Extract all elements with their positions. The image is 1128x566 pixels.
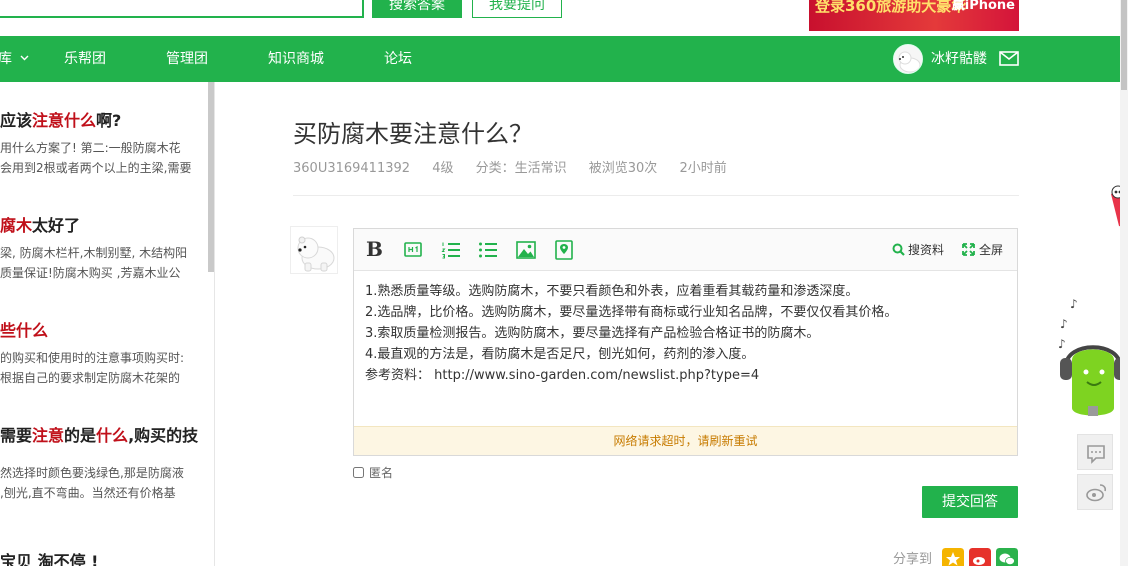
user-name[interactable]: 冰籽骷髅 xyxy=(931,36,987,82)
svg-text:♪: ♪ xyxy=(1060,317,1068,331)
question-time: 2小时前 xyxy=(679,161,727,176)
feedback-button[interactable] xyxy=(1077,434,1113,470)
nav-item-library-label: 库 xyxy=(0,51,12,67)
answer-line: 4.最直观的方法是，看防腐木是否足尺，刨光如何，药剂的渗入度。 xyxy=(365,347,755,362)
editor-toolbar: B 搜资料 全屏 xyxy=(354,229,1017,271)
answer-user-avatar xyxy=(290,226,338,274)
list-item-desc: 梁, 防腐木栏杆,木制别墅, 木结构阳 质量保证!防腐木购买 ,芳嘉木业公 xyxy=(0,246,188,280)
question-meta: 360U3169411392 4级 分类：生活常识 被浏览30次 2小时前 xyxy=(293,157,745,176)
fullscreen-label: 全屏 xyxy=(979,243,1004,257)
list-item-title[interactable]: 腐木太好了 xyxy=(0,212,205,236)
anonymous-label: 匿名 xyxy=(369,466,394,480)
fullscreen-icon xyxy=(962,243,975,256)
chevron-down-icon xyxy=(20,55,29,61)
answer-line: 1.熟悉质量等级。选购防腐木，不要只看颜色和外表，应着重看其载药量和渗透深度。 xyxy=(365,284,859,299)
svg-text:♪: ♪ xyxy=(1058,337,1066,351)
user-avatar[interactable] xyxy=(893,44,923,74)
ad-banner-text: 登录360旅游助大豪华 xyxy=(815,0,967,15)
search-input[interactable] xyxy=(0,0,364,18)
weibo-follow-button[interactable] xyxy=(1077,474,1113,510)
chat-bubble-icon xyxy=(1087,445,1105,464)
heading-icon[interactable] xyxy=(403,239,425,261)
list-item[interactable]: 腐木太好了 梁, 防腐木栏杆,木制别墅, 木结构阳 质量保证!防腐木购买 ,芳嘉… xyxy=(0,212,205,283)
ad-banner[interactable]: 登录360旅游助大豪华 赢iPhone xyxy=(809,0,1019,31)
top-bar: 搜索答案 我要提问 登录360旅游助大豪华 赢iPhone xyxy=(0,0,1128,36)
image-icon[interactable] xyxy=(515,239,537,261)
list-item[interactable]: 些什么 的购买和使用时的注意事项购买时: 根据自己的要求制定防腐木花架的 xyxy=(0,317,205,388)
submit-answer-button[interactable]: 提交回答 xyxy=(922,486,1018,518)
question-author[interactable]: 360U3169411392 xyxy=(293,161,410,176)
question-title: 买防腐木要注意什么？ xyxy=(293,120,533,148)
page-scrollbar[interactable] xyxy=(1120,0,1128,566)
list-item-title[interactable]: 宝贝 淘不停 ! xyxy=(0,548,205,566)
related-questions-sidebar: 应该注意什么啊? 用什么方案了! 第二:一般防腐木花 会用到2根或者两个以上的主… xyxy=(0,82,215,566)
answer-textarea[interactable]: 1.熟悉质量等级。选购防腐木，不要只看颜色和外表，应着重看其载药量和渗透深度。 … xyxy=(365,281,1005,386)
sidebar-scrollbar[interactable] xyxy=(208,82,214,272)
polar-bear-icon xyxy=(894,45,922,73)
answer-reference: 参考资料： http://www.sino-garden.com/newslis… xyxy=(365,368,760,383)
list-item-desc: 用什么方案了! 第二:一般防腐木花 会用到2根或者两个以上的主梁,需要 xyxy=(0,141,192,175)
svg-text:♪: ♪ xyxy=(1070,297,1078,311)
anonymous-checkbox[interactable]: 匿名 xyxy=(353,464,393,481)
list-item-desc: 的购买和使用时的注意事项购买时: 根据自己的要求制定防腐木花架的 xyxy=(0,351,185,385)
list-item-title[interactable]: 应该注意什么啊? xyxy=(0,107,205,131)
nav-item-lebangtuan[interactable]: 乐帮团 xyxy=(64,36,106,82)
search-material-label: 搜资料 xyxy=(908,243,945,257)
map-location-icon[interactable] xyxy=(553,239,575,261)
list-item[interactable]: 宝贝 淘不停 ! xyxy=(0,548,205,566)
divider xyxy=(293,195,1019,196)
search-material-button[interactable]: 搜资料 xyxy=(892,229,944,271)
weibo-icon xyxy=(1086,484,1107,502)
question-author-level: 4级 xyxy=(432,161,454,176)
list-item[interactable]: 应该注意什么啊? 用什么方案了! 第二:一般防腐木花 会用到2根或者两个以上的主… xyxy=(0,107,205,178)
unordered-list-icon[interactable] xyxy=(477,239,499,261)
answer-line: 2.选品牌，比价格。选购防腐木，要尽量选择带有商标或行业知名品牌，不要仅仅看其价… xyxy=(365,305,898,320)
list-item-title[interactable]: 需要注意的是什么,购买的技 xyxy=(0,422,205,446)
nav-item-library[interactable]: 库 xyxy=(0,36,29,82)
page: 搜索答案 我要提问 登录360旅游助大豪华 赢iPhone 库 乐帮团 管理团 … xyxy=(0,0,1128,566)
question-views: 被浏览30次 xyxy=(588,161,658,176)
anonymous-checkbox-input[interactable] xyxy=(353,467,364,478)
nav-item-knowledge-mall[interactable]: 知识商城 xyxy=(268,36,324,82)
list-item-title[interactable]: 些什么 xyxy=(0,317,205,341)
mail-icon[interactable] xyxy=(999,51,1019,66)
wechat-icon[interactable] xyxy=(996,548,1018,566)
fullscreen-button[interactable]: 全屏 xyxy=(962,229,1003,271)
page-scrollbar-thumb[interactable] xyxy=(1121,0,1127,90)
ad-banner-prize: 赢iPhone xyxy=(951,0,1015,13)
list-item[interactable]: 需要注意的是什么,购买的技 然选择时颜色要浅绿色,那是防腐液 ,刨光,直不弯曲。… xyxy=(0,422,205,503)
polar-bear-icon xyxy=(291,227,337,273)
main-nav: 库 乐帮团 管理团 知识商城 论坛 冰籽骷髅 xyxy=(0,36,1128,82)
network-timeout-warning[interactable]: 网络请求超时，请刷新重试 xyxy=(354,426,1017,455)
ordered-list-icon[interactable] xyxy=(440,239,462,261)
search-answer-button[interactable]: 搜索答案 xyxy=(372,0,462,18)
answer-line: 3.索取质量检测报告。选购防腐木，要尽量选择有产品检验合格证书的防腐木。 xyxy=(365,326,820,341)
qzone-star-icon[interactable] xyxy=(942,548,964,566)
list-item-desc: 然选择时颜色要浅绿色,那是防腐液 ,刨光,直不弯曲。当然还有价格基 xyxy=(0,466,184,500)
music-mascot-icon[interactable]: ♪ ♪ ♪ xyxy=(1058,296,1128,426)
ask-question-button[interactable]: 我要提问 xyxy=(472,0,562,18)
search-icon xyxy=(892,243,905,256)
bold-button[interactable]: B xyxy=(366,237,388,261)
nav-item-guanlituan[interactable]: 管理团 xyxy=(166,36,208,82)
share-label: 分享到 xyxy=(893,552,933,566)
weibo-icon[interactable] xyxy=(969,548,991,566)
nav-item-forum[interactable]: 论坛 xyxy=(384,36,412,82)
answer-editor: B 搜资料 全屏 1.熟悉质量等级。选购防腐木，不要只看颜色和外表，应着重看其载… xyxy=(353,228,1018,456)
question-category[interactable]: 分类：生活常识 xyxy=(476,161,567,176)
